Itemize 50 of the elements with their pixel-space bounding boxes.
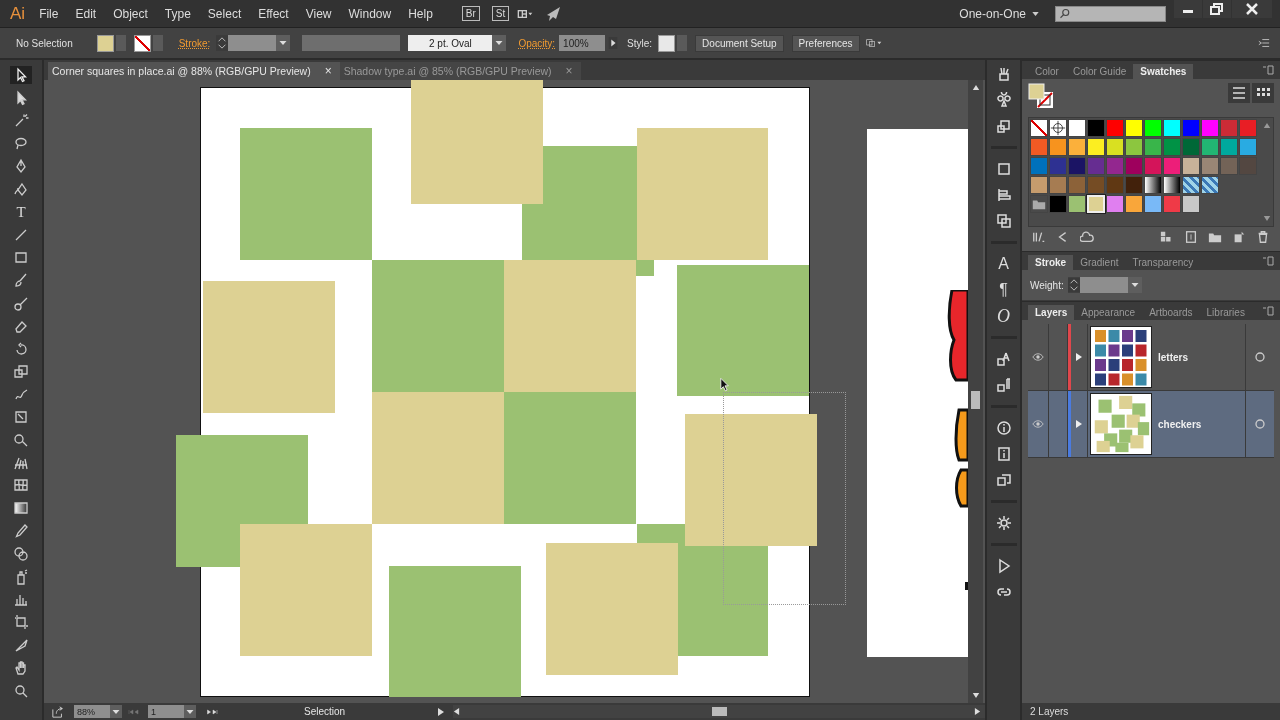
- layer-row[interactable]: checkers: [1028, 391, 1274, 458]
- type-tool[interactable]: T: [10, 202, 32, 221]
- character-panel-icon[interactable]: A: [998, 254, 1009, 274]
- document-tab[interactable]: Shadow type.ai @ 85% (RGB/GPU Preview) ×: [339, 62, 581, 80]
- tab-close-button[interactable]: ×: [324, 64, 332, 78]
- current-tool-status[interactable]: Selection: [304, 706, 346, 717]
- panel-tab[interactable]: Appearance: [1074, 305, 1143, 320]
- panel-tab[interactable]: Artboards: [1142, 305, 1200, 320]
- opentype-panel-icon[interactable]: O: [997, 306, 1010, 326]
- menu-item[interactable]: Object: [113, 6, 148, 21]
- menu-item[interactable]: View: [305, 6, 332, 21]
- menu-item[interactable]: File: [39, 6, 59, 21]
- artboard-number-field[interactable]: 1: [148, 705, 184, 718]
- menu-item[interactable]: Help: [408, 6, 433, 21]
- layer-count: 2 Layers: [1030, 706, 1069, 717]
- weight-label: Weight:: [1030, 279, 1064, 291]
- document-tab[interactable]: Corner squares in place.ai @ 88% (RGB/GPU Preview) ×: [48, 62, 340, 80]
- workspace-switcher[interactable]: One-on-One: [959, 6, 1039, 21]
- tab-title[interactable]: Corner squares in place.ai @ 88% (RGB/GPU Preview): [52, 65, 311, 77]
- stroke-label[interactable]: Stroke:: [178, 37, 211, 49]
- panel-tab[interactable]: Swatches: [1133, 64, 1194, 79]
- panel-tab[interactable]: Stroke: [1028, 255, 1074, 270]
- panel-tab[interactable]: Gradient: [1073, 255, 1126, 270]
- layer-row[interactable]: letters: [1028, 324, 1274, 391]
- panel-tab[interactable]: Color Guide: [1065, 64, 1134, 79]
- style-label: Style:: [627, 37, 653, 49]
- menu-item[interactable]: Window: [348, 6, 392, 21]
- menu-item[interactable]: Edit: [75, 6, 97, 21]
- menu-item[interactable]: Effect: [258, 6, 289, 21]
- app-launch-button[interactable]: Br: [461, 6, 480, 21]
- layer-name[interactable]: checkers: [1152, 418, 1245, 430]
- menu-item[interactable]: Select: [207, 6, 242, 21]
- toolbar-button[interactable]: Preferences: [791, 34, 860, 52]
- tab-close-button[interactable]: ×: [565, 64, 573, 78]
- panel-tab[interactable]: Transparency: [1125, 255, 1201, 270]
- brush-dropdown[interactable]: 2 pt. Oval: [408, 35, 493, 51]
- tab-title[interactable]: Shadow type.ai @ 85% (RGB/GPU Preview): [343, 65, 552, 77]
- selection-status: No Selection: [16, 37, 73, 49]
- zoom-level-field[interactable]: 88%: [74, 705, 110, 718]
- toolbar-button[interactable]: Document Setup: [695, 34, 784, 52]
- opacity-field[interactable]: 100%: [559, 35, 606, 51]
- panel-tab[interactable]: Layers: [1028, 305, 1075, 320]
- opacity-label[interactable]: Opacity:: [518, 37, 556, 49]
- panel-tab[interactable]: Color: [1028, 64, 1066, 79]
- panel-tab[interactable]: Libraries: [1199, 305, 1252, 320]
- app-logo: Ai: [10, 3, 26, 24]
- layer-name[interactable]: letters: [1152, 351, 1245, 363]
- paragraph-panel-icon[interactable]: ¶: [999, 280, 1008, 300]
- menu-item[interactable]: Type: [164, 6, 191, 21]
- app-launch-button[interactable]: St: [491, 6, 510, 21]
